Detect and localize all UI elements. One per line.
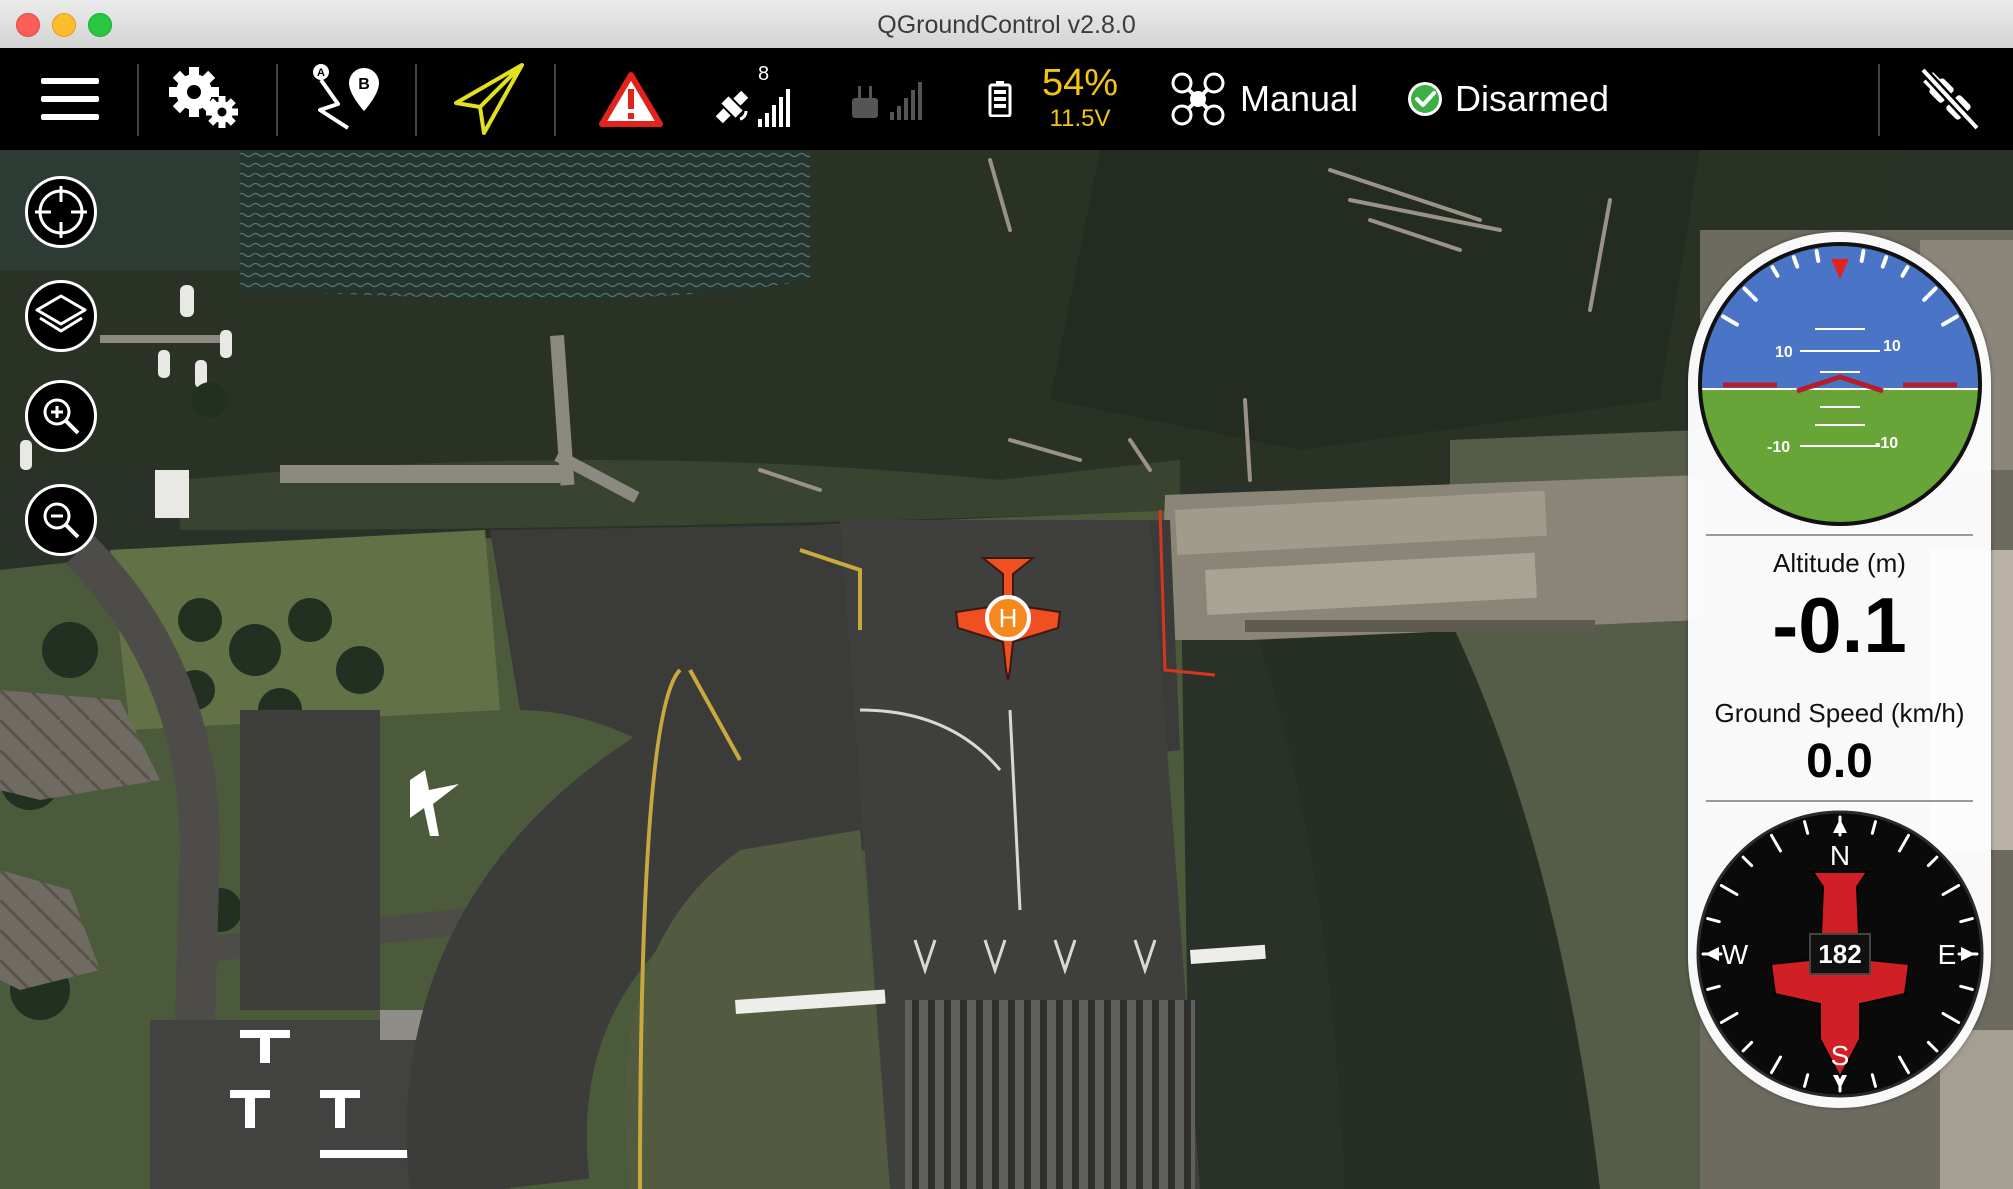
battery-percent: 54%: [1041, 62, 1119, 104]
instrument-panel[interactable]: 10 10 -10 -10 Altitude (m) -0.1 Ground S…: [1688, 232, 1991, 1108]
crosshair-icon: [35, 186, 87, 238]
flight-mode-label: Manual: [1240, 78, 1359, 119]
gears-icon: [169, 67, 238, 128]
gps-status[interactable]: 8: [712, 48, 802, 150]
disconnect-plug-icon: [1919, 66, 1981, 132]
compass-indicator: N S E W 182: [1696, 810, 1984, 1098]
setup-button[interactable]: [165, 48, 245, 150]
battery-status[interactable]: 54% 11.5V: [1030, 62, 1130, 134]
compass-south: S: [1831, 1040, 1850, 1071]
hamburger-icon: [41, 78, 99, 120]
home-marker-label: H: [999, 603, 1018, 633]
svg-text:A: A: [317, 67, 325, 79]
check-circle-icon: [1408, 82, 1442, 116]
home-position-marker[interactable]: H: [985, 595, 1031, 641]
flight-mode-selector[interactable]: Manual: [1240, 48, 1370, 150]
ground-speed-label: Ground Speed (km/h): [1714, 698, 1965, 728]
disconnect-button[interactable]: [1910, 48, 1990, 150]
route-a-to-b-icon: A B: [313, 64, 379, 130]
rc-signal-icon: [852, 82, 922, 120]
main-toolbar: A B 8 54% 11.5V Manual Disarmed: [0, 48, 2013, 150]
battery-icon: [988, 81, 1012, 117]
menu-button[interactable]: [30, 48, 110, 150]
pitch-label: -10: [1875, 435, 1898, 452]
arm-status-label: Disarmed: [1455, 78, 1610, 119]
attitude-ground: [1700, 389, 1980, 524]
paper-plane-icon: [453, 63, 524, 135]
window-titlebar: QGroundControl v2.8.0: [0, 0, 2013, 49]
zoom-out-button[interactable]: [25, 484, 97, 556]
toolbar-divider: [276, 64, 278, 136]
plan-view-button[interactable]: A B: [305, 48, 385, 150]
center-vehicle-button[interactable]: [25, 176, 97, 248]
zoom-in-button[interactable]: [25, 380, 97, 452]
vehicle-type-icon-wrap: [1168, 48, 1228, 150]
pitch-label: 10: [1775, 344, 1793, 361]
battery-voltage: 11.5V: [1049, 105, 1111, 132]
battery-icon-wrap[interactable]: [985, 48, 1015, 150]
zoom-out-icon: [43, 502, 80, 539]
fly-view-button[interactable]: [445, 48, 530, 150]
altitude-label: Altitude (m): [1773, 548, 1906, 578]
layers-icon: [35, 294, 87, 333]
rc-rssi-status[interactable]: [850, 48, 934, 150]
map-layers-button[interactable]: [25, 280, 97, 352]
window-title: QGroundControl v2.8.0: [877, 11, 1136, 39]
pitch-label: -10: [1767, 439, 1790, 456]
satellite-signal-icon: [715, 89, 790, 127]
compass-east: E: [1938, 939, 1957, 970]
compass-north: N: [1830, 840, 1850, 871]
ground-speed-value: 0.0: [1806, 735, 1873, 788]
warning-icon: [599, 72, 663, 127]
toolbar-divider: [1878, 64, 1880, 136]
arm-status-button[interactable]: Disarmed: [1455, 48, 1635, 150]
pitch-label: 10: [1883, 338, 1901, 355]
attitude-indicator: 10 10 -10 -10: [1698, 242, 1982, 526]
satellite-count: 8: [758, 63, 770, 85]
quadcopter-icon: [1171, 72, 1225, 126]
messages-warning-button[interactable]: [595, 48, 667, 150]
svg-text:B: B: [358, 76, 370, 93]
toolbar-divider: [415, 64, 417, 136]
compass-west: W: [1722, 939, 1749, 970]
arm-status-icon-wrap: [1405, 48, 1445, 150]
panel-divider: [1706, 534, 1973, 536]
toolbar-divider: [554, 64, 556, 136]
altitude-value: -0.1: [1772, 581, 1907, 669]
zoom-in-icon: [43, 398, 80, 435]
heading-value: 182: [1818, 939, 1861, 969]
toolbar-divider: [137, 64, 139, 136]
panel-divider: [1706, 800, 1973, 802]
